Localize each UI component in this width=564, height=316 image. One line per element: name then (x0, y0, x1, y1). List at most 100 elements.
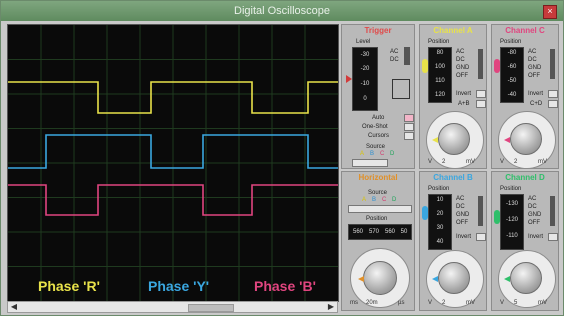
channel-b-position-scale[interactable]: 10 20 30 40 (428, 194, 452, 250)
channel-d-needle-icon (504, 276, 510, 282)
channel-b-invert-label: Invert (456, 234, 472, 240)
channel-c-position-label: Position (500, 39, 522, 45)
horizontal-time-knob[interactable] (363, 261, 397, 295)
channel-a-coupling-switch[interactable] (478, 49, 483, 79)
channel-a-title: Channel A (433, 26, 473, 35)
channel-c-volts-knob[interactable] (510, 123, 542, 155)
phase-b-label: Phase 'B' (254, 278, 316, 294)
channel-a-combo-button[interactable] (476, 100, 486, 108)
horizontal-panel: Horizontal Source A B C D Position 560 5… (341, 171, 415, 311)
trigger-title: Trigger (364, 26, 392, 35)
channel-c-panel: Channel C Position -80 -60 -50 -40 AC DC… (491, 24, 559, 169)
oscilloscope-window: Digital Oscilloscope × Phase 'R' Phase '… (0, 0, 564, 316)
channel-c-marker-icon (494, 59, 500, 73)
cursors-button[interactable] (404, 132, 414, 140)
channel-a-volts-knob[interactable] (438, 123, 470, 155)
channel-a-dial-unit: mV (466, 159, 475, 165)
channel-a-position-scale[interactable]: 80 100 110 120 (428, 47, 452, 103)
channel-d-position-label: Position (500, 186, 522, 192)
channel-c-dc[interactable]: DC (528, 57, 537, 63)
horizontal-needle-icon (358, 276, 364, 282)
channel-a-dial-left: V (428, 159, 433, 165)
scroll-right-icon[interactable]: ▶ (326, 302, 336, 312)
channel-b-marker-icon (422, 206, 428, 220)
horizontal-dial-value: 20m (366, 300, 378, 306)
channel-a-needle-icon (432, 137, 438, 143)
channel-d-dc[interactable]: DC (528, 204, 537, 210)
channel-b-ac[interactable]: AC (456, 196, 464, 202)
horizontal-title: Horizontal (358, 173, 398, 182)
channel-b-dial-unit: mV (466, 300, 475, 306)
channel-b-position-label: Position (428, 186, 450, 192)
trigger-ac[interactable]: AC (390, 49, 398, 55)
channel-b-off[interactable]: OFF (456, 220, 468, 226)
channel-d-off[interactable]: OFF (528, 220, 540, 226)
channel-b-gnd[interactable]: GND (456, 212, 469, 218)
channel-d-panel: Channel D Position -130 -120 -110 AC DC … (491, 171, 559, 311)
channel-d-gnd[interactable]: GND (528, 212, 541, 218)
channel-c-gnd[interactable]: GND (528, 65, 541, 71)
channel-a-dc[interactable]: DC (456, 57, 465, 63)
channel-b-invert-button[interactable] (476, 233, 486, 241)
horizontal-position-label: Position (366, 216, 388, 222)
edge-select-icon[interactable] (392, 79, 410, 99)
channel-c-ac[interactable]: AC (528, 49, 536, 55)
oneshot-label: One-Shot (362, 124, 388, 130)
channel-c-combo-button[interactable] (548, 100, 558, 108)
scroll-thumb[interactable] (188, 304, 234, 312)
channel-b-coupling-switch[interactable] (478, 196, 483, 226)
channel-b-dial-left: V (428, 300, 433, 306)
auto-button[interactable] (404, 114, 414, 122)
channel-b-dc[interactable]: DC (456, 204, 465, 210)
channel-a-marker-icon (422, 59, 428, 73)
channel-d-volts-knob[interactable] (510, 262, 542, 294)
phase-y-label: Phase 'Y' (148, 278, 210, 294)
channel-d-title: Channel D (505, 173, 545, 182)
title-bar: Digital Oscilloscope × (1, 1, 563, 21)
channel-a-dial-value: 2 (442, 159, 446, 165)
channel-d-dial-value: 5 (514, 300, 518, 306)
channel-c-coupling-switch[interactable] (550, 49, 555, 79)
coupling-switch[interactable] (404, 47, 410, 65)
scroll-left-icon[interactable]: ◀ (9, 302, 19, 312)
trigger-level-scale[interactable]: -30 -20 -10 0 (352, 47, 378, 111)
channel-d-invert-label: Invert (528, 234, 544, 240)
channel-d-position-scale[interactable]: -130 -120 -110 (500, 194, 524, 250)
trigger-dc[interactable]: DC (390, 57, 399, 63)
channel-b-needle-icon (432, 276, 438, 282)
horizontal-source-label: Source (368, 190, 388, 196)
channel-c-off[interactable]: OFF (528, 73, 540, 79)
channel-c-invert-button[interactable] (548, 90, 558, 98)
channel-d-ac[interactable]: AC (528, 196, 536, 202)
phase-r-label: Phase 'R' (38, 278, 100, 294)
channel-d-invert-button[interactable] (548, 233, 558, 241)
channel-c-invert-label: Invert (528, 91, 544, 97)
channel-d-coupling-switch[interactable] (550, 196, 555, 226)
channel-a-off[interactable]: OFF (456, 73, 468, 79)
level-marker-icon (346, 75, 352, 83)
oneshot-button[interactable] (404, 123, 414, 131)
horizontal-source-slider[interactable] (348, 205, 412, 213)
channel-c-dial-left: V (500, 159, 505, 165)
horizontal-position-scale[interactable]: 560 570 560 50 (348, 224, 412, 240)
channel-b-volts-knob[interactable] (438, 262, 470, 294)
channel-c-title: Channel C (505, 26, 545, 35)
channel-a-invert-label: Invert (456, 91, 472, 97)
horizontal-dial-unit: µs (398, 300, 405, 306)
close-button[interactable]: × (543, 5, 557, 19)
channel-a-gnd[interactable]: GND (456, 65, 469, 71)
channel-a-invert-button[interactable] (476, 90, 486, 98)
trigger-source-slider[interactable] (352, 159, 388, 167)
waveform-grid (8, 25, 338, 301)
cursors-label: Cursors (368, 133, 390, 139)
window-title: Digital Oscilloscope (234, 5, 330, 17)
channel-a-ac[interactable]: AC (456, 49, 464, 55)
channel-c-position-scale[interactable]: -80 -60 -50 -40 (500, 47, 524, 103)
channel-a-position-label: Position (428, 39, 450, 45)
channel-b-title: Channel B (433, 173, 473, 182)
horizontal-scrollbar[interactable]: ◀ ▶ (7, 301, 338, 313)
channel-b-panel: Channel B Position 10 20 30 40 AC DC GND… (419, 171, 487, 311)
channel-d-dial-unit: mV (538, 300, 547, 306)
channel-a-combo-label: A+B (458, 101, 470, 107)
channel-c-dial-value: 2 (514, 159, 518, 165)
